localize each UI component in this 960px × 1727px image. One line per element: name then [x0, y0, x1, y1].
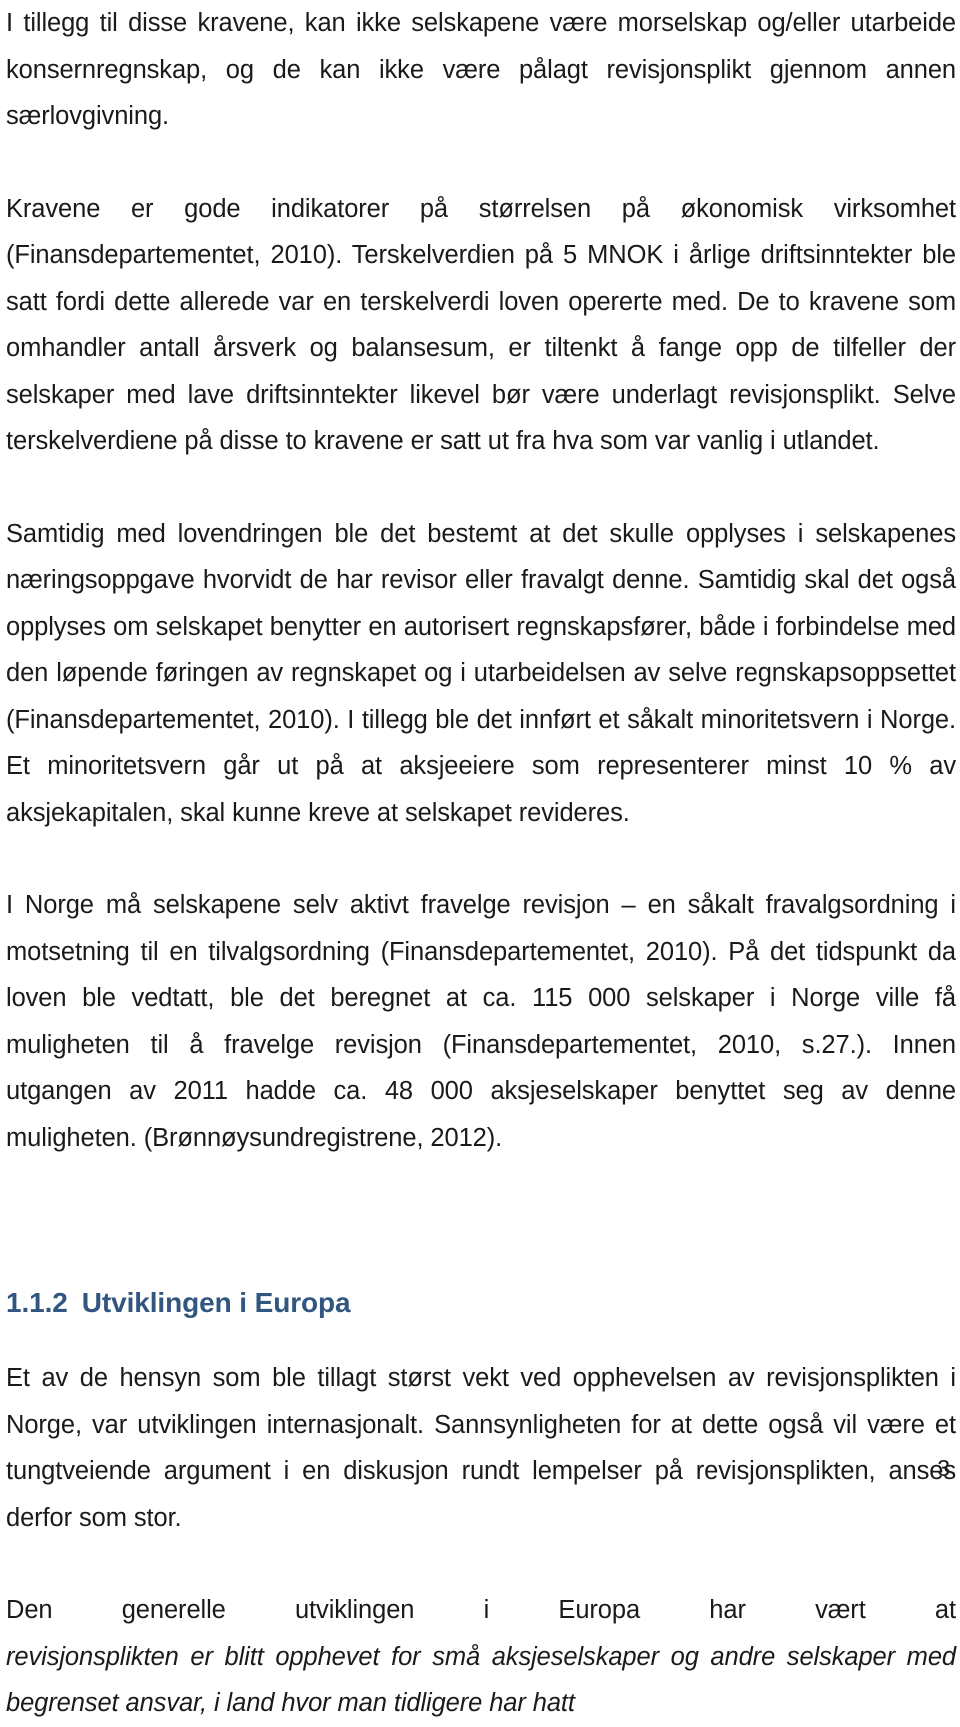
- paragraph-5: Et av de hensyn som ble tillagt størst v…: [6, 1364, 956, 1532]
- document-page: I tillegg til disse kravene, kan ikke se…: [0, 0, 960, 1717]
- section-heading-title: Utviklingen i Europa: [81, 1287, 351, 1318]
- paragraph-6-lead: Den generelle utviklingen i Europa har v…: [6, 1596, 956, 1624]
- paragraph-2: Kravene er gode indikatorer på størrelse…: [6, 194, 956, 456]
- paragraph-6: Den generelle utviklingen i Europa har v…: [6, 1587, 956, 1727]
- paragraph-3: Samtidig med lovendringen ble det bestem…: [6, 519, 956, 827]
- page-content: I tillegg til disse kravene, kan ikke se…: [6, 0, 956, 1727]
- heading-spacer: [6, 1321, 956, 1355]
- page-number: 3: [937, 1455, 950, 1481]
- paragraph-6-italic: revisjonsplikten er blitt opphevet for s…: [6, 1642, 956, 1718]
- section-heading-number: 1.1.2: [6, 1287, 68, 1318]
- section-heading: 1.1.2 Utviklingen i Europa: [6, 1285, 956, 1321]
- paragraph-4: I Norge må selskapene selv aktivt fravel…: [6, 891, 956, 1152]
- paragraph-1: I tillegg til disse kravene, kan ikke se…: [6, 9, 956, 130]
